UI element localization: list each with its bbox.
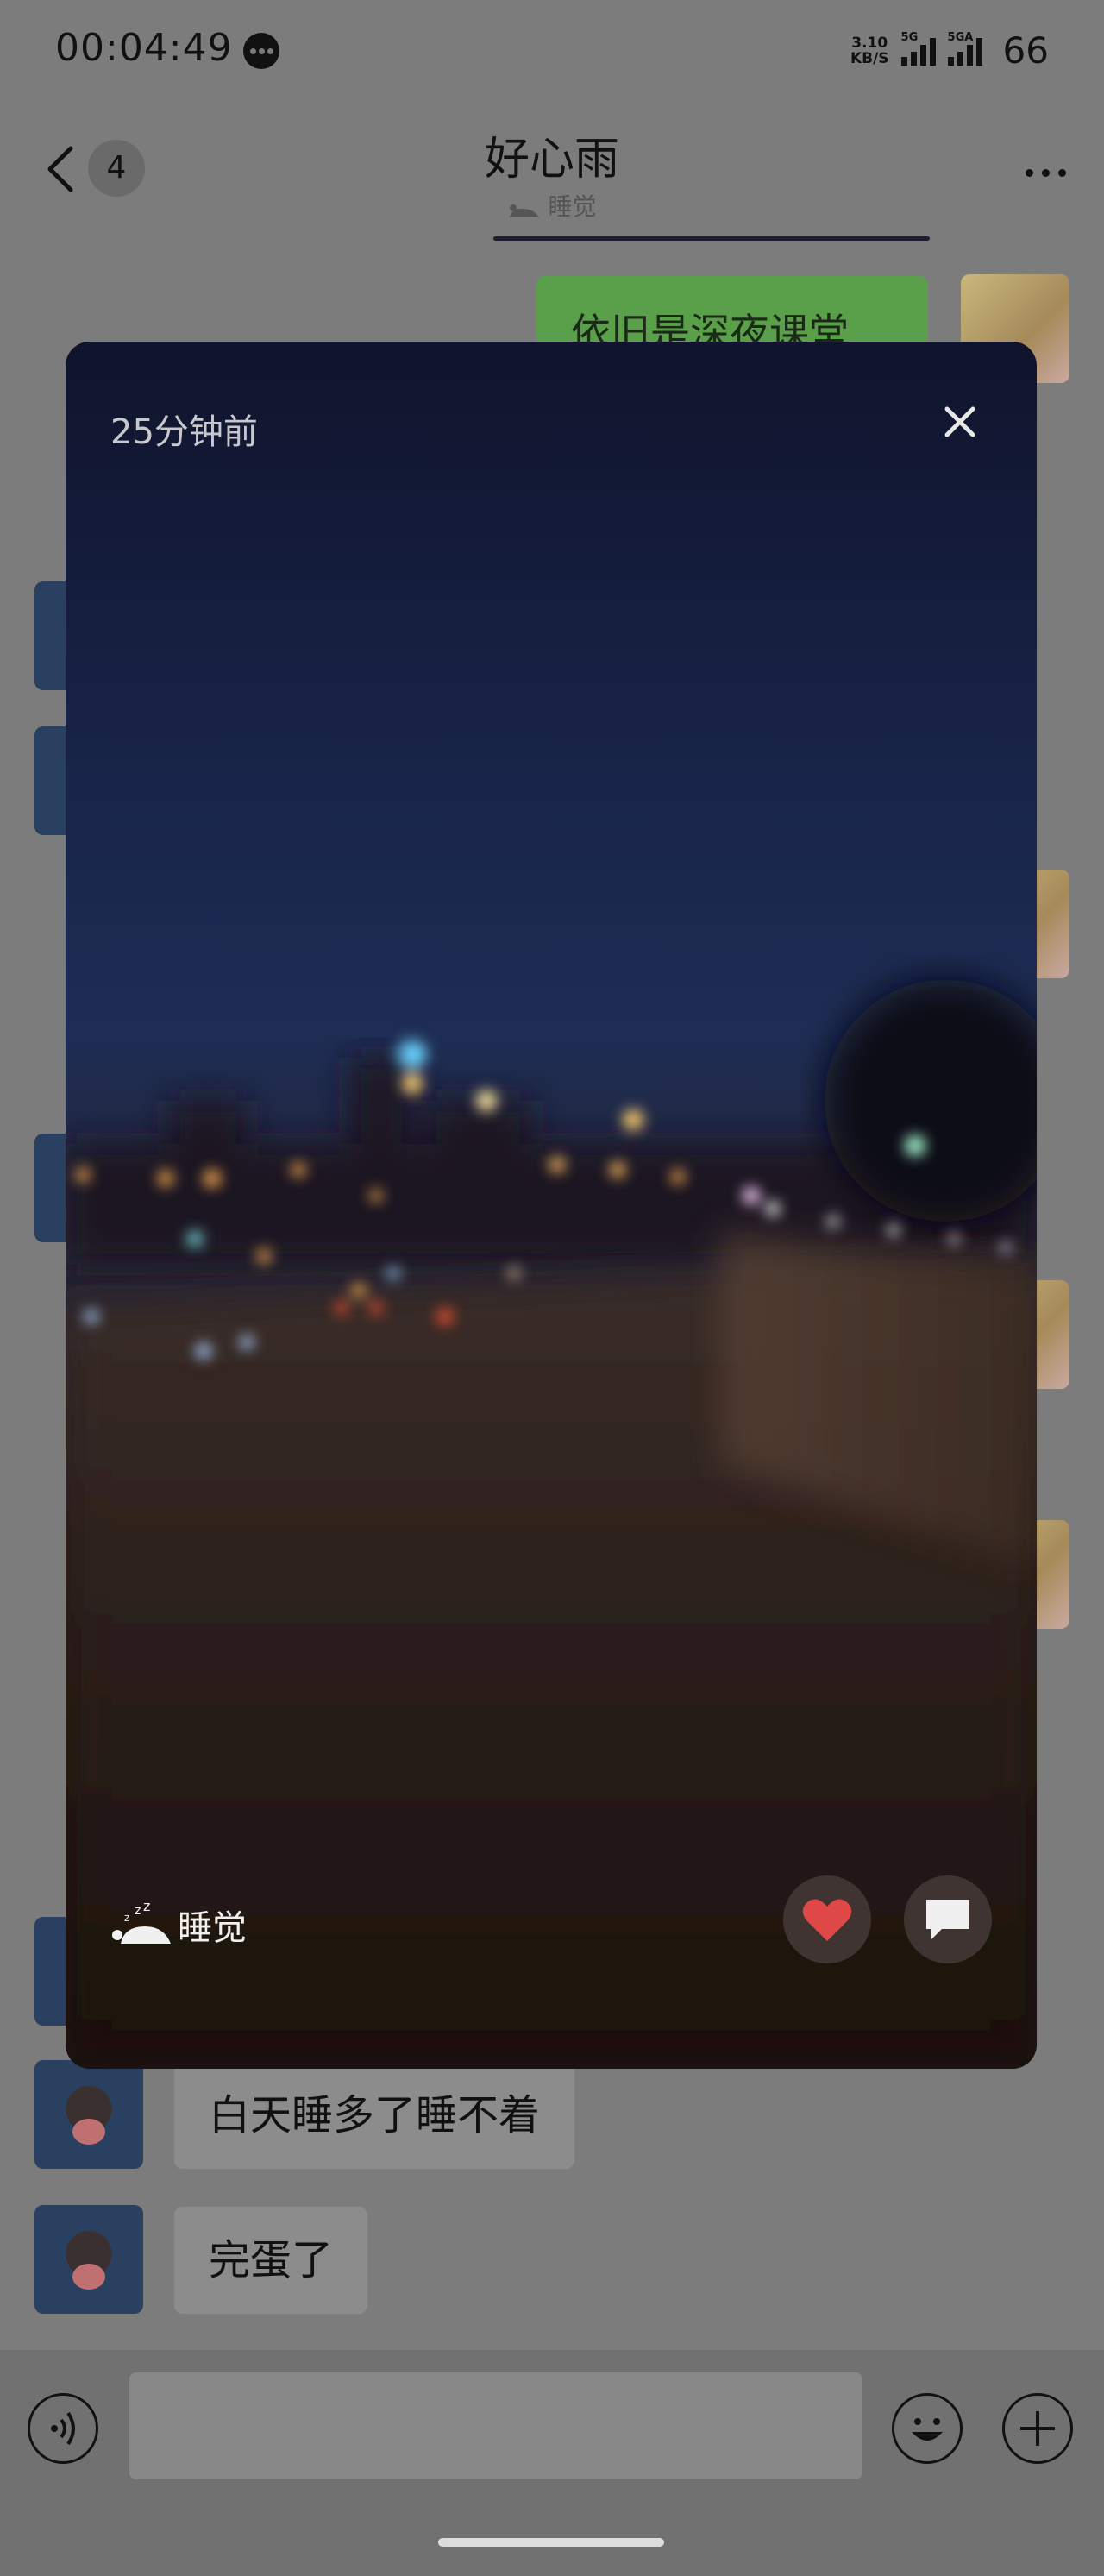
- like-button[interactable]: [783, 1875, 871, 1963]
- network-speed: 3.10 KB/S: [850, 34, 889, 67]
- contact-avatar[interactable]: [34, 2205, 143, 2314]
- signal-icon: 5G: [900, 31, 936, 66]
- input-bar: [0, 2350, 1104, 2576]
- night-street-photo: [66, 980, 1037, 2069]
- signal-icon-2: 5GA: [947, 31, 982, 66]
- plus-icon[interactable]: [1002, 2393, 1073, 2464]
- status-bar: 00:04:49 3.10 KB/S 5G 5GA 66: [0, 0, 1104, 104]
- message-bubble-incoming[interactable]: 完蛋了: [174, 2207, 368, 2314]
- message-bubble-incoming[interactable]: 白天睡多了睡不着: [174, 2062, 575, 2169]
- message-notification-icon: [243, 33, 279, 69]
- chat-title[interactable]: 好心雨: [0, 123, 1104, 187]
- svg-text:z: z: [124, 1912, 129, 1924]
- status-indicators: 3.10 KB/S 5G 5GA 66: [850, 29, 1049, 72]
- contact-avatar[interactable]: [34, 2060, 143, 2169]
- message-bubble-outgoing[interactable]: 依旧是深夜课堂: [536, 276, 928, 345]
- svg-text:z: z: [135, 1904, 141, 1918]
- chat-subtitle: 睡觉: [0, 188, 1104, 223]
- comment-button[interactable]: [904, 1875, 992, 1963]
- status-time-ago: 25分钟前: [110, 412, 258, 452]
- heart-icon: [802, 1899, 852, 1941]
- voice-icon[interactable]: [28, 2393, 98, 2464]
- chat-header: 4 好心雨 睡觉: [0, 121, 1104, 250]
- home-indicator[interactable]: [438, 2538, 664, 2547]
- chat-subtitle-text: 睡觉: [548, 192, 597, 221]
- comment-icon: [926, 1900, 969, 1939]
- message-input[interactable]: [129, 2372, 862, 2479]
- emoji-icon[interactable]: [892, 2393, 963, 2464]
- sleep-icon: z z z: [112, 1902, 171, 1944]
- status-label: z z z 睡觉: [110, 1900, 247, 1950]
- svg-text:z: z: [143, 1902, 150, 1914]
- header-divider: [493, 236, 930, 241]
- status-time: 00:04:49: [55, 26, 233, 70]
- status-label-text: 睡觉: [178, 1908, 247, 1948]
- status-photo-card[interactable]: 25分钟前 z z z 睡觉: [66, 342, 1037, 2069]
- close-icon[interactable]: [940, 402, 980, 442]
- sleep-icon: [509, 204, 539, 217]
- more-dots-icon[interactable]: [1026, 169, 1066, 177]
- battery-level: 66: [1002, 29, 1049, 72]
